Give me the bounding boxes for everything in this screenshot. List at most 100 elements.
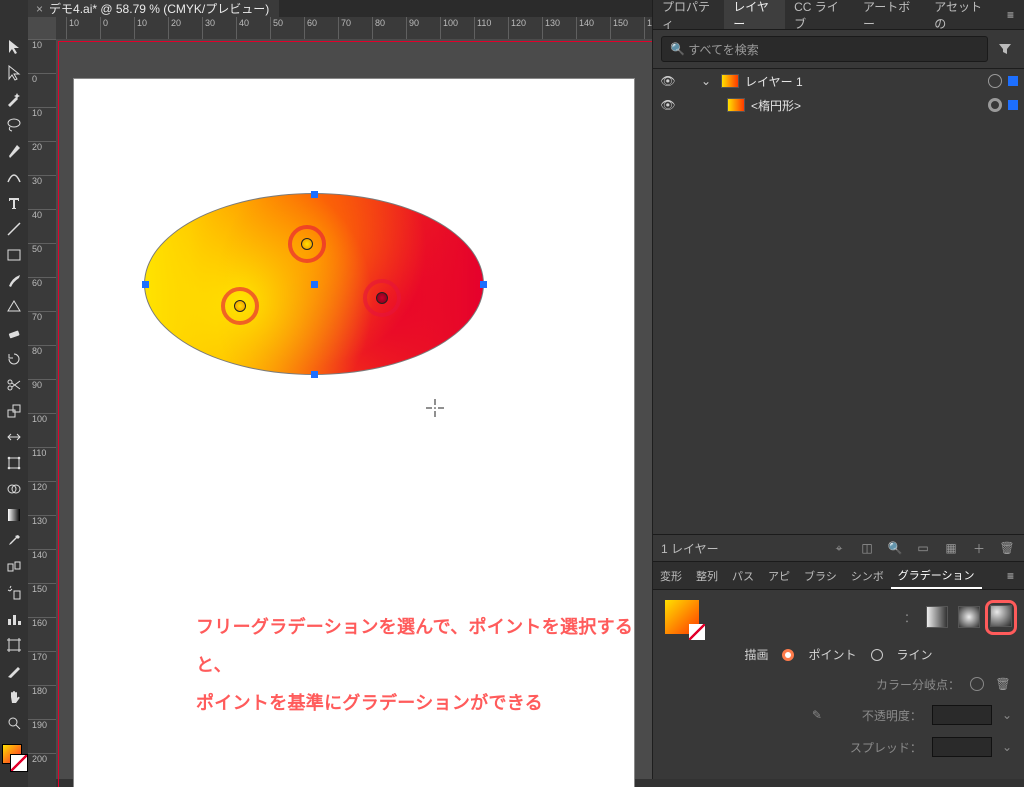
spread-field[interactable] xyxy=(932,737,992,757)
magic-wand-tool[interactable] xyxy=(3,88,25,110)
ruler-tick: 110 xyxy=(28,447,56,481)
gradient-point-2[interactable] xyxy=(288,225,326,263)
gradient-type-linear[interactable] xyxy=(926,606,948,628)
gradient-tool[interactable] xyxy=(3,504,25,526)
shape-builder-tool[interactable] xyxy=(3,478,25,500)
ellipse-shape[interactable] xyxy=(144,193,484,375)
color-stop-target-icon[interactable] xyxy=(970,677,984,691)
sub-panel-tab[interactable]: 変形 xyxy=(653,562,689,589)
fill-stroke-swatch[interactable] xyxy=(2,744,26,772)
opacity-label: 不透明度： xyxy=(862,707,922,724)
panel-tab[interactable]: アセットの xyxy=(925,0,997,29)
rotate-tool[interactable] xyxy=(3,348,25,370)
paintbrush-tool[interactable] xyxy=(3,270,25,292)
stroke-swatch[interactable] xyxy=(10,754,28,772)
gradient-preview-swatch[interactable] xyxy=(665,600,699,634)
scissors-tool[interactable] xyxy=(3,374,25,396)
mode-line-radio[interactable] xyxy=(871,649,883,661)
ruler-tick: 140 xyxy=(28,549,56,583)
selection-tool[interactable] xyxy=(3,36,25,58)
width-tool[interactable] xyxy=(3,426,25,448)
blend-tool[interactable] xyxy=(3,556,25,578)
vertical-ruler[interactable]: 1001020304050607080901001101201301401501… xyxy=(28,39,56,787)
ruler-tick: 170 xyxy=(28,651,56,685)
ruler-tick: 110 xyxy=(474,17,508,39)
layers-panel: 👁 ⌄ レイヤー 1 👁 <楕円形> xyxy=(653,69,1024,117)
ruler-tick: 160 xyxy=(28,617,56,651)
delete-stop-icon[interactable]: 🗑 xyxy=(994,675,1012,693)
gradient-type-freeform[interactable] xyxy=(990,605,1012,627)
filter-icon[interactable] xyxy=(994,38,1016,60)
panel-menu-icon[interactable]: ≡ xyxy=(997,8,1024,22)
canvas-stage[interactable]: フリーグラデーションを選んで、ポイントを選択すると、 ポイントを基準にグラデーシ… xyxy=(56,39,652,787)
spread-label: スプレッド： xyxy=(850,739,922,756)
artboard[interactable]: フリーグラデーションを選んで、ポイントを選択すると、 ポイントを基準にグラデーシ… xyxy=(74,79,634,787)
chevron-down-icon[interactable]: ⌄ xyxy=(701,74,715,88)
sub-panel-tab[interactable]: ブラシ xyxy=(797,562,844,589)
curvature-tool[interactable] xyxy=(3,166,25,188)
panel-menu-icon[interactable]: ≡ xyxy=(997,569,1024,583)
visibility-icon[interactable]: 👁 xyxy=(659,74,677,88)
column-graph-tool[interactable] xyxy=(3,608,25,630)
close-icon[interactable]: × xyxy=(36,2,43,16)
slice-tool[interactable] xyxy=(3,660,25,682)
visibility-icon[interactable]: 👁 xyxy=(659,98,677,112)
sub-panel-tab[interactable]: 整列 xyxy=(689,562,725,589)
selection-indicator[interactable] xyxy=(1008,76,1018,86)
type-tool[interactable] xyxy=(3,192,25,214)
ruler-tick: 20 xyxy=(28,141,56,175)
panel-tab[interactable]: プロパティ xyxy=(653,0,724,29)
pen-tool[interactable] xyxy=(3,140,25,162)
layer-name: <楕円形> xyxy=(751,97,982,114)
scale-tool[interactable] xyxy=(3,400,25,422)
panel-tab[interactable]: CC ライブ xyxy=(785,0,854,29)
panel-tab[interactable]: アートボー xyxy=(854,0,925,29)
sub-panel-tab[interactable]: シンボ xyxy=(844,562,891,589)
lasso-tool[interactable] xyxy=(3,114,25,136)
make-clip-icon[interactable]: ◫ xyxy=(858,539,876,557)
eraser-tool[interactable] xyxy=(3,322,25,344)
direct-selection-tool[interactable] xyxy=(3,62,25,84)
mode-point-label: ポイント xyxy=(808,646,856,663)
ruler-tick: 0 xyxy=(100,17,134,39)
sub-panel-tab[interactable]: パス xyxy=(725,562,761,589)
mode-point-radio[interactable] xyxy=(782,649,794,661)
gradient-point-1[interactable] xyxy=(221,287,259,325)
collect-icon[interactable]: ▭ xyxy=(914,539,932,557)
eyedropper-tool[interactable] xyxy=(3,530,25,552)
target-icon[interactable] xyxy=(988,74,1002,88)
locate-object-icon[interactable]: ⌖ xyxy=(830,539,848,557)
search-input[interactable]: 🔍 すべてを検索 xyxy=(661,36,988,62)
free-transform-tool[interactable] xyxy=(3,452,25,474)
rectangle-tool[interactable] xyxy=(3,244,25,266)
ruler-tick: 90 xyxy=(406,17,440,39)
search-layer-icon[interactable]: 🔍 xyxy=(886,539,904,557)
sub-panel-tab[interactable]: グラデーション xyxy=(891,562,982,589)
gradient-type-radial[interactable] xyxy=(958,606,980,628)
line-tool[interactable] xyxy=(3,218,25,240)
sub-panel-tab[interactable]: アピ xyxy=(761,562,797,589)
eyedropper-icon[interactable]: ✎ xyxy=(812,708,822,722)
target-icon[interactable] xyxy=(988,98,1002,112)
annotation-text: フリーグラデーションを選んで、ポイントを選択すると、 ポイントを基準にグラデーシ… xyxy=(196,609,634,722)
delete-layer-icon[interactable]: 🗑 xyxy=(998,539,1016,557)
symbol-sprayer-tool[interactable] xyxy=(3,582,25,604)
panel-tab[interactable]: レイヤー xyxy=(724,0,785,29)
ruler-tick: 80 xyxy=(372,17,406,39)
gradient-point-3[interactable] xyxy=(363,279,401,317)
shaper-tool[interactable] xyxy=(3,296,25,318)
layer-row[interactable]: 👁 <楕円形> xyxy=(653,93,1024,117)
new-sublayer-icon[interactable]: ▦ xyxy=(942,539,960,557)
zoom-tool[interactable] xyxy=(3,712,25,734)
layer-name: レイヤー 1 xyxy=(745,73,982,90)
horizontal-ruler[interactable]: 1001020304050607080901001101201301401501… xyxy=(56,17,652,39)
selection-indicator[interactable] xyxy=(1008,100,1018,110)
ruler-tick: 70 xyxy=(28,311,56,345)
artboard-tool[interactable] xyxy=(3,634,25,656)
layer-row[interactable]: 👁 ⌄ レイヤー 1 xyxy=(653,69,1024,93)
new-layer-icon[interactable]: ＋ xyxy=(970,539,988,557)
document-tab[interactable]: × デモ4.ai* @ 58.79 % (CMYK/プレビュー) xyxy=(28,0,279,17)
opacity-field[interactable] xyxy=(932,705,992,725)
hand-tool[interactable] xyxy=(3,686,25,708)
ruler-tick: 40 xyxy=(236,17,270,39)
